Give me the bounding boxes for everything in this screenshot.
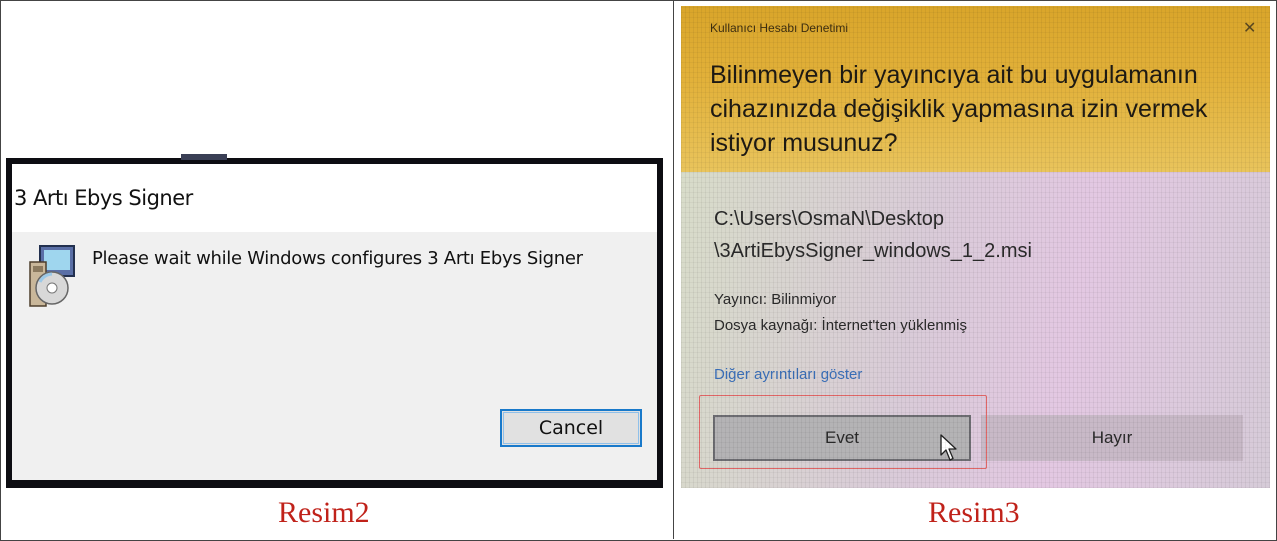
installer-message: Please wait while Windows configures 3 A…	[92, 248, 583, 269]
panel-divider	[673, 0, 674, 539]
show-details-link[interactable]: Diğer ayrıntıları göster	[714, 366, 862, 383]
caption-resim2: Resim2	[278, 496, 370, 529]
uac-question-line: cihazınızda değişiklik yapmasına izin ve…	[710, 95, 1208, 123]
no-button[interactable]: Hayır	[981, 415, 1243, 461]
uac-header-title: Kullanıcı Hesabı Denetimi	[710, 21, 849, 35]
uac-dialog: Kullanıcı Hesabı Denetimi ✕ Bilinmeyen b…	[681, 6, 1270, 488]
installer-dialog: 3 Artı Ebys Signer Please wait while Win…	[6, 154, 663, 488]
no-button-label: Hayır	[1091, 428, 1133, 447]
uac-question-line: istiyor musunuz?	[710, 129, 898, 157]
caption-resim3: Resim3	[928, 496, 1020, 529]
uac-info: Yayıncı: Bilinmiyor Dosya kaynağı: İnter…	[714, 287, 967, 339]
uac-source: Dosya kaynağı: İnternet'ten yüklenmiş	[714, 317, 967, 334]
uac-publisher: Yayıncı: Bilinmiyor	[714, 291, 837, 308]
installer-titlebar: 3 Artı Ebys Signer	[12, 164, 657, 232]
uac-file-path: C:\Users\OsmaN\Desktop \3ArtiEbysSigner_…	[714, 203, 1032, 267]
installer-title: 3 Artı Ebys Signer	[14, 186, 193, 210]
installer-icon	[29, 245, 75, 307]
close-icon[interactable]: ✕	[1243, 18, 1256, 38]
uac-question-line: Bilinmeyen bir yayıncıya ait bu uygulama…	[710, 61, 1198, 89]
uac-path-line: C:\Users\OsmaN\Desktop	[714, 208, 945, 230]
cursor-icon	[940, 434, 957, 461]
uac-path-line: \3ArtiEbysSigner_windows_1_2.msi	[714, 240, 1032, 262]
window-handle	[181, 154, 227, 160]
cancel-button[interactable]: Cancel	[500, 409, 642, 447]
installer-body: Please wait while Windows configures 3 A…	[12, 232, 657, 480]
uac-question: Bilinmeyen bir yayıncıya ait bu uygulama…	[710, 58, 1250, 160]
cancel-button-label: Cancel	[538, 417, 604, 439]
